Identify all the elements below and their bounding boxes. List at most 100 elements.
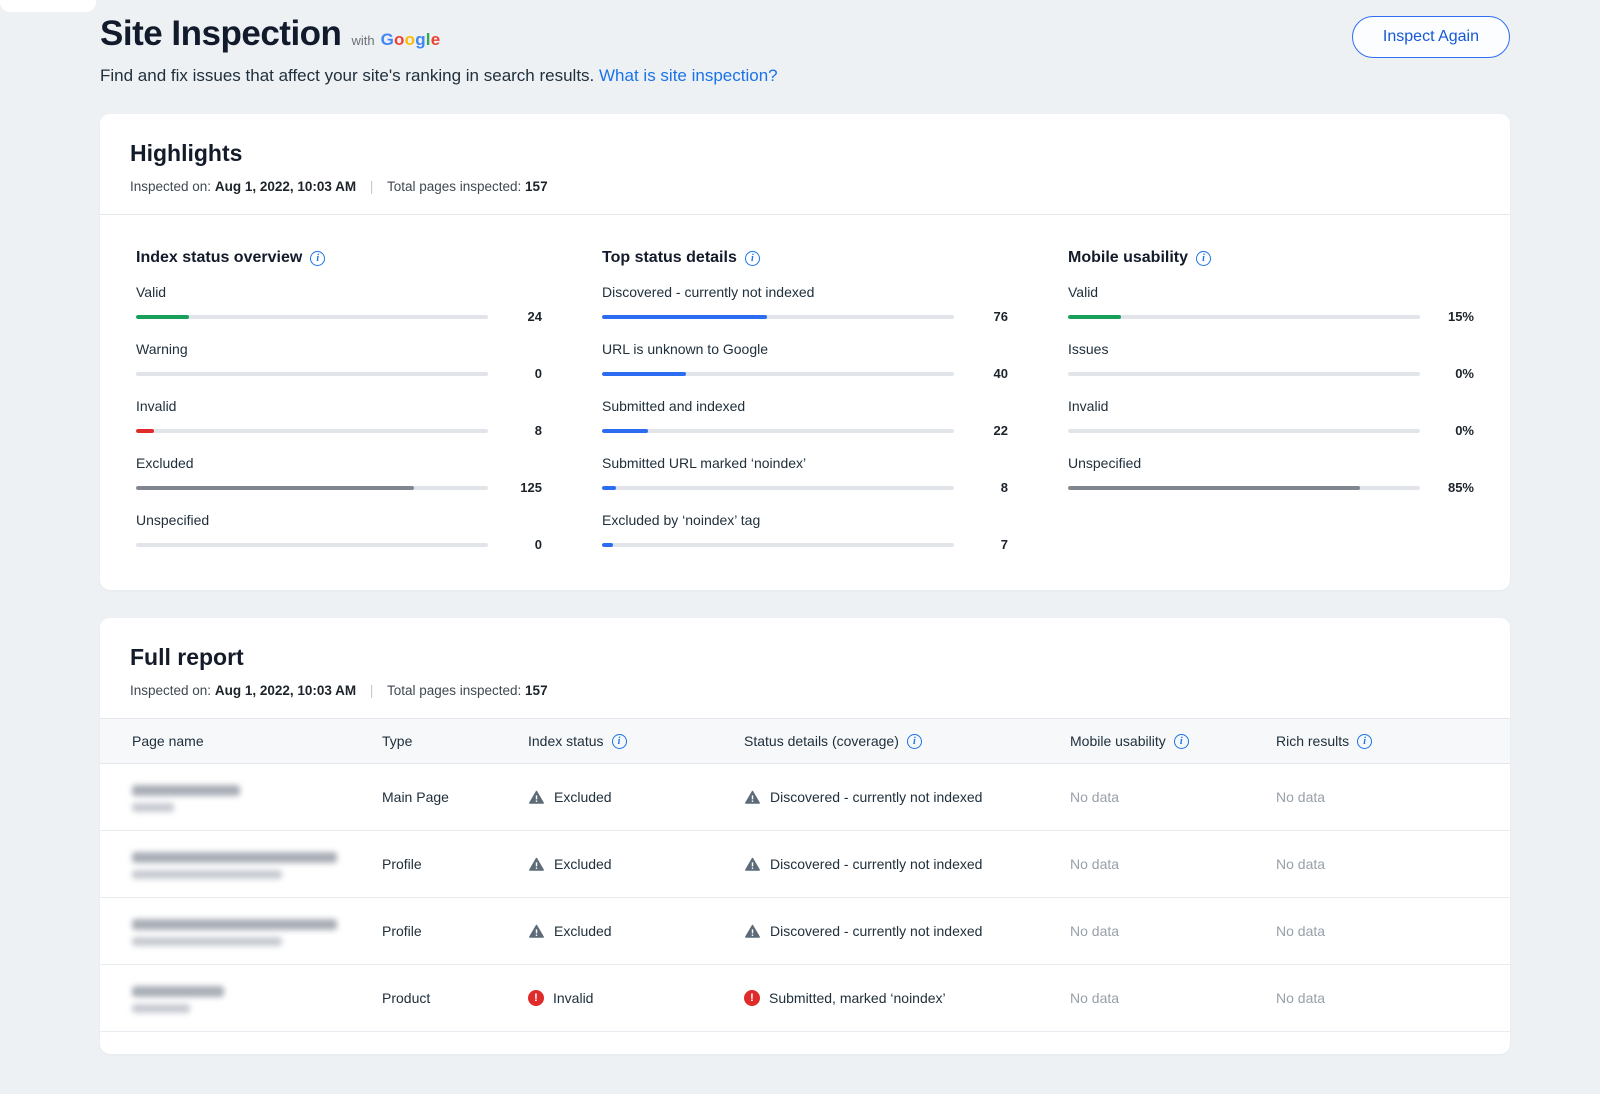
report-table: Page name TypeIndex status i Status details… <box>100 718 1510 1032</box>
report-row[interactable]: ProfileExcludedDiscovered - currently no… <box>100 898 1510 965</box>
info-icon[interactable]: i <box>907 734 922 749</box>
stat-value: 0% <box>1420 366 1474 381</box>
column-header-label: Index status <box>528 733 604 749</box>
stat-row: Issues 0% <box>1068 341 1474 381</box>
stat-value: 76 <box>954 309 1008 324</box>
report-header-row: Page name TypeIndex status i Status details… <box>100 718 1510 764</box>
stat-row: Discovered - currently not indexed 76 <box>602 284 1008 324</box>
warning-icon <box>744 789 761 806</box>
stat-label: Warning <box>136 341 542 357</box>
stat-row: Submitted URL marked ‘noindex’8 <box>602 455 1008 495</box>
total-pages-label: Total pages inspected: <box>387 179 521 194</box>
stat-label: Discovered - currently not indexed <box>602 284 1008 300</box>
stat-label: Valid <box>1068 284 1474 300</box>
meta-divider: | <box>370 683 374 698</box>
stat-label: Unspecified <box>1068 455 1474 471</box>
panel-title-text: Top status details <box>602 249 737 267</box>
redacted-text-line <box>132 1004 190 1013</box>
progress-bar-fill <box>136 315 189 319</box>
what-is-site-inspection-link[interactable]: What is site inspection? <box>599 66 778 85</box>
info-icon[interactable]: i <box>745 251 760 266</box>
meta-divider: | <box>370 179 374 194</box>
full-report-title: Full report <box>130 644 1480 671</box>
page-name-redacted <box>132 917 382 946</box>
stat-row: Excluded 125 <box>136 455 542 495</box>
status-text: Invalid <box>553 990 593 1006</box>
column-header-label: Rich results <box>1276 733 1349 749</box>
page-type: Profile <box>382 923 528 939</box>
info-icon[interactable]: i <box>310 251 325 266</box>
stat-row: Invalid0% <box>1068 398 1474 438</box>
stat-line: 40 <box>602 366 1008 381</box>
mobile-usability-value: No data <box>1070 990 1276 1006</box>
inspected-on-label: Inspected on: <box>130 179 211 194</box>
page-name-redacted <box>132 850 382 879</box>
progress-bar-fill <box>1068 486 1360 490</box>
highlight-panel: Index status overviewiValid24Warning0Inv… <box>106 229 572 552</box>
with-label: with <box>351 33 374 48</box>
info-icon[interactable]: i <box>1196 251 1211 266</box>
stat-row: Excluded by ‘noindex’ tag7 <box>602 512 1008 552</box>
report-row[interactable]: Product!Invalid!Submitted, marked ‘noind… <box>100 965 1510 1032</box>
title-line: Site Inspection with Google <box>100 14 778 54</box>
progress-bar-fill <box>602 315 767 319</box>
report-card-bottom <box>100 1032 1510 1054</box>
info-icon[interactable]: i <box>612 734 627 749</box>
redacted-text-line <box>132 785 240 796</box>
mobile-usability-value: No data <box>1070 789 1276 805</box>
info-icon[interactable]: i <box>1357 734 1372 749</box>
google-letter: e <box>431 30 441 49</box>
inspect-again-button[interactable]: Inspect Again <box>1352 16 1510 58</box>
status-cell: Discovered - currently not indexed <box>744 856 1070 873</box>
progress-bar <box>602 315 954 319</box>
column-header-type: Type <box>382 733 528 749</box>
mobile-usability-value: No data <box>1070 856 1276 872</box>
progress-bar <box>602 486 954 490</box>
column-header-page-name: Page name <box>132 733 382 749</box>
google-letter: G <box>381 30 394 49</box>
page-name-redacted <box>132 984 382 1013</box>
status-text: Excluded <box>554 923 612 939</box>
stat-line: 8 <box>136 423 542 438</box>
info-icon[interactable]: i <box>1174 734 1189 749</box>
warning-icon <box>528 856 545 873</box>
panel-title-text: Mobile usability <box>1068 249 1188 267</box>
inspected-on-label: Inspected on: <box>130 683 211 698</box>
rich-results-value: No data <box>1276 990 1510 1006</box>
stat-line: 0 <box>136 366 542 381</box>
status-cell: !Submitted, marked ‘noindex’ <box>744 990 1070 1006</box>
report-row[interactable]: Main PageExcludedDiscovered - currently … <box>100 764 1510 831</box>
stat-label: Submitted URL marked ‘noindex’ <box>602 455 1008 471</box>
column-header-label: Page name <box>132 733 204 749</box>
redacted-text-line <box>132 919 337 930</box>
subtitle-text: Find and fix issues that affect your sit… <box>100 66 594 85</box>
progress-bar <box>1068 486 1420 490</box>
stat-label: Unspecified <box>136 512 542 528</box>
progress-bar <box>602 372 954 376</box>
status-text: Excluded <box>554 789 612 805</box>
progress-bar <box>1068 315 1420 319</box>
report-row[interactable]: ProfileExcludedDiscovered - currently no… <box>100 831 1510 898</box>
stat-line: 125 <box>136 480 542 495</box>
page-header-text: Site Inspection with Google Find and fix… <box>100 14 778 86</box>
progress-bar <box>602 543 954 547</box>
highlights-meta: Inspected on: Aug 1, 2022, 10:03 AM | To… <box>130 179 1480 194</box>
site-inspection-page: Site Inspection with Google Find and fix… <box>0 0 1600 1094</box>
warning-icon <box>744 856 761 873</box>
stat-label: Issues <box>1068 341 1474 357</box>
column-header-label: Status details (coverage) <box>744 733 899 749</box>
stat-value: 7 <box>954 537 1008 552</box>
stat-value: 24 <box>488 309 542 324</box>
stat-line: 85% <box>1068 480 1474 495</box>
stat-line: 7 <box>602 537 1008 552</box>
redacted-text-line <box>132 937 282 946</box>
full-report-meta: Inspected on: Aug 1, 2022, 10:03 AM | To… <box>130 683 1480 698</box>
panel-title: Index status overviewi <box>136 249 542 267</box>
progress-bar <box>136 372 488 376</box>
stat-value: 85% <box>1420 480 1474 495</box>
error-icon: ! <box>528 990 544 1006</box>
status-cell: Excluded <box>528 856 744 873</box>
stat-line: 0 <box>136 537 542 552</box>
stat-label: Excluded <box>136 455 542 471</box>
scrolled-card-edge <box>0 0 96 12</box>
